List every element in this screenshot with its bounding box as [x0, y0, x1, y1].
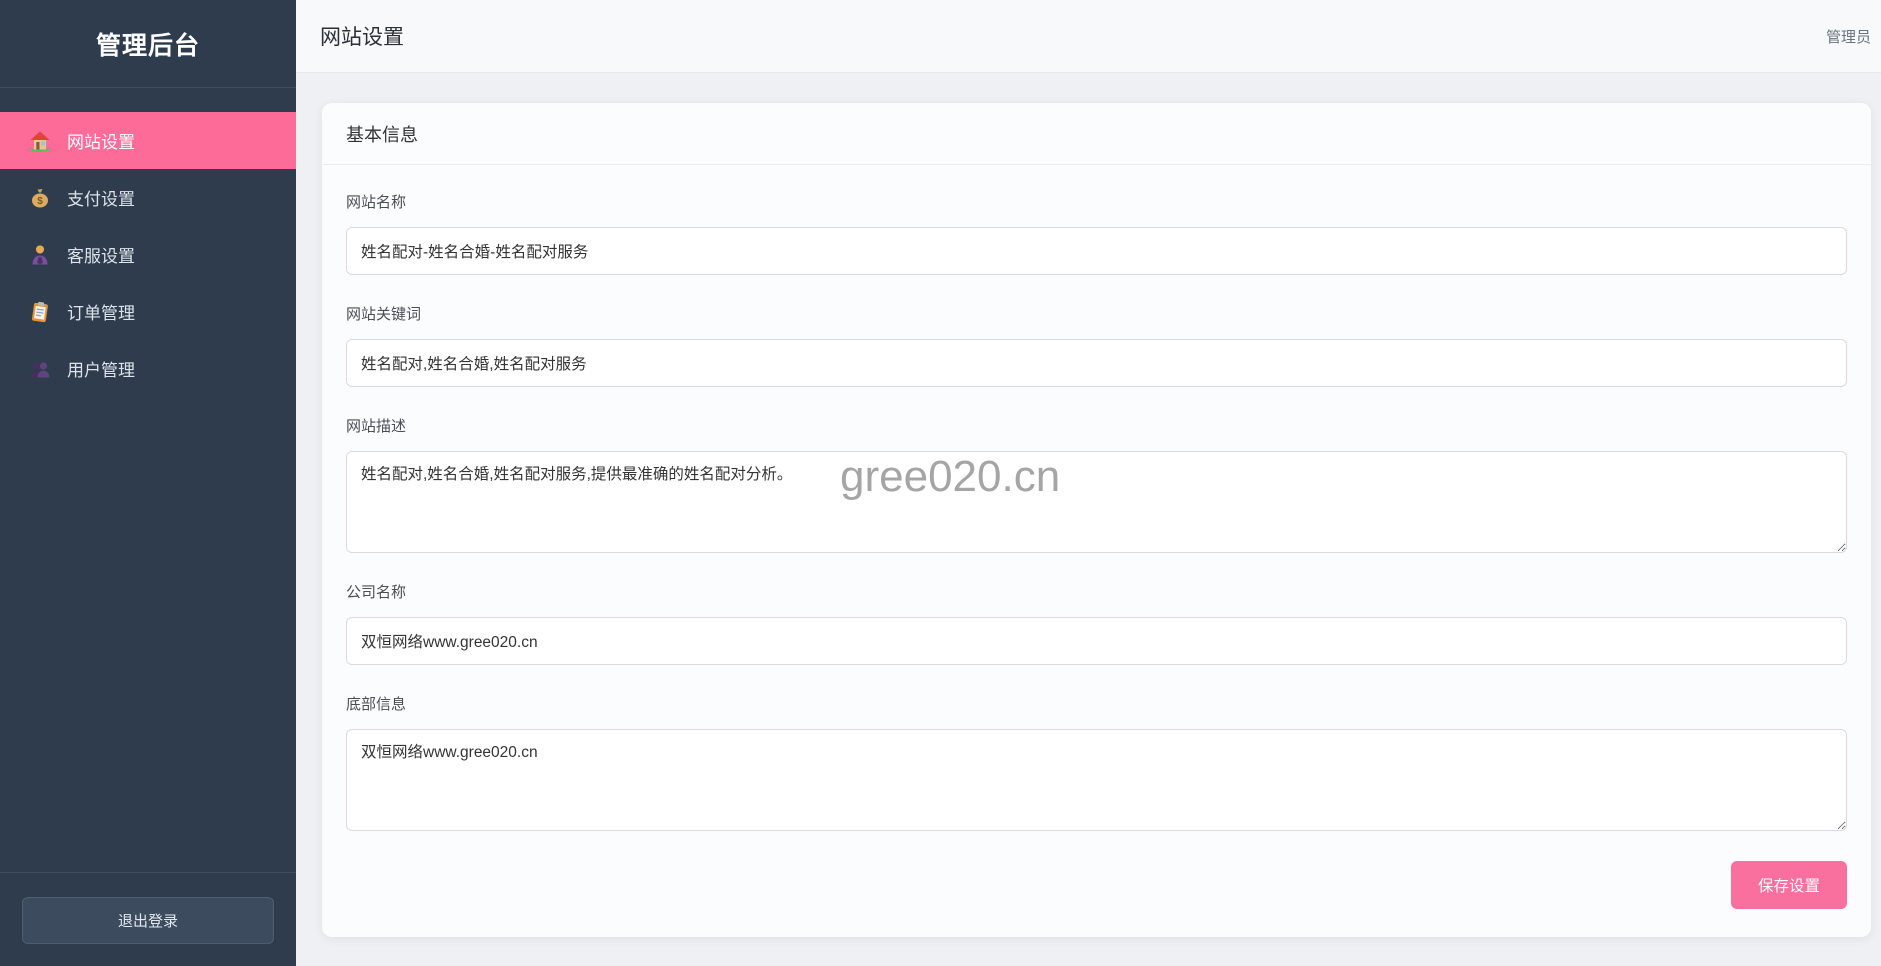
content: 基本信息 网站名称 网站关键词 网站描述 姓名配对,姓名合婚,姓名配对服务,提供…	[296, 73, 1881, 937]
site-description-textarea[interactable]: 姓名配对,姓名合婚,姓名配对服务,提供最准确的姓名配对分析。	[346, 451, 1847, 553]
app-title: 管理后台	[0, 0, 296, 88]
logout-button[interactable]: 退出登录	[22, 897, 274, 944]
field-site-name: 网站名称	[346, 193, 1847, 275]
sidebar-menu: 网站设置 $ 支付设置 客服设置	[0, 88, 296, 397]
save-settings-button[interactable]: 保存设置	[1731, 861, 1847, 909]
site-name-label: 网站名称	[346, 193, 1847, 213]
sidebar-item-site-settings[interactable]: 网站设置	[0, 112, 296, 169]
footer-info-label: 底部信息	[346, 695, 1847, 715]
users-icon	[28, 357, 52, 381]
topbar: 网站设置 管理员	[296, 0, 1881, 73]
main-area: 网站设置 管理员 基本信息 网站名称 网站关键词 网站描述 姓名配对,姓名合婚,…	[296, 0, 1881, 966]
sidebar: 管理后台 网站设置 $ 支付设置	[0, 0, 296, 966]
page-title: 网站设置	[320, 21, 404, 51]
sidebar-footer: 退出登录	[0, 872, 296, 966]
house-icon	[28, 129, 52, 153]
service-person-icon	[28, 243, 52, 267]
clipboard-icon	[28, 300, 52, 324]
moneybag-icon: $	[28, 186, 52, 210]
card-title: 基本信息	[322, 103, 1871, 165]
sidebar-item-order-management[interactable]: 订单管理	[0, 283, 296, 340]
sidebar-item-payment-settings[interactable]: $ 支付设置	[0, 169, 296, 226]
basic-info-card: 基本信息 网站名称 网站关键词 网站描述 姓名配对,姓名合婚,姓名配对服务,提供…	[322, 103, 1871, 937]
save-row: 保存设置	[346, 861, 1847, 909]
company-name-input[interactable]	[346, 617, 1847, 665]
field-site-description: 网站描述 姓名配对,姓名合婚,姓名配对服务,提供最准确的姓名配对分析。	[346, 417, 1847, 553]
site-name-input[interactable]	[346, 227, 1847, 275]
sidebar-item-service-settings[interactable]: 客服设置	[0, 226, 296, 283]
sidebar-item-label: 网站设置	[67, 128, 135, 153]
sidebar-item-label: 订单管理	[67, 299, 135, 324]
field-site-keywords: 网站关键词	[346, 305, 1847, 387]
footer-info-textarea[interactable]: 双恒网络www.gree020.cn	[346, 729, 1847, 831]
sidebar-item-label: 支付设置	[67, 185, 135, 210]
settings-form: 网站名称 网站关键词 网站描述 姓名配对,姓名合婚,姓名配对服务,提供最准确的姓…	[322, 165, 1871, 937]
svg-text:$: $	[37, 196, 43, 207]
current-user-label: 管理员	[1826, 26, 1871, 47]
sidebar-item-label: 客服设置	[67, 242, 135, 267]
site-description-label: 网站描述	[346, 417, 1847, 437]
site-keywords-input[interactable]	[346, 339, 1847, 387]
sidebar-item-user-management[interactable]: 用户管理	[0, 340, 296, 397]
company-name-label: 公司名称	[346, 583, 1847, 603]
site-keywords-label: 网站关键词	[346, 305, 1847, 325]
field-footer-info: 底部信息 双恒网络www.gree020.cn	[346, 695, 1847, 831]
sidebar-item-label: 用户管理	[67, 356, 135, 381]
field-company-name: 公司名称	[346, 583, 1847, 665]
